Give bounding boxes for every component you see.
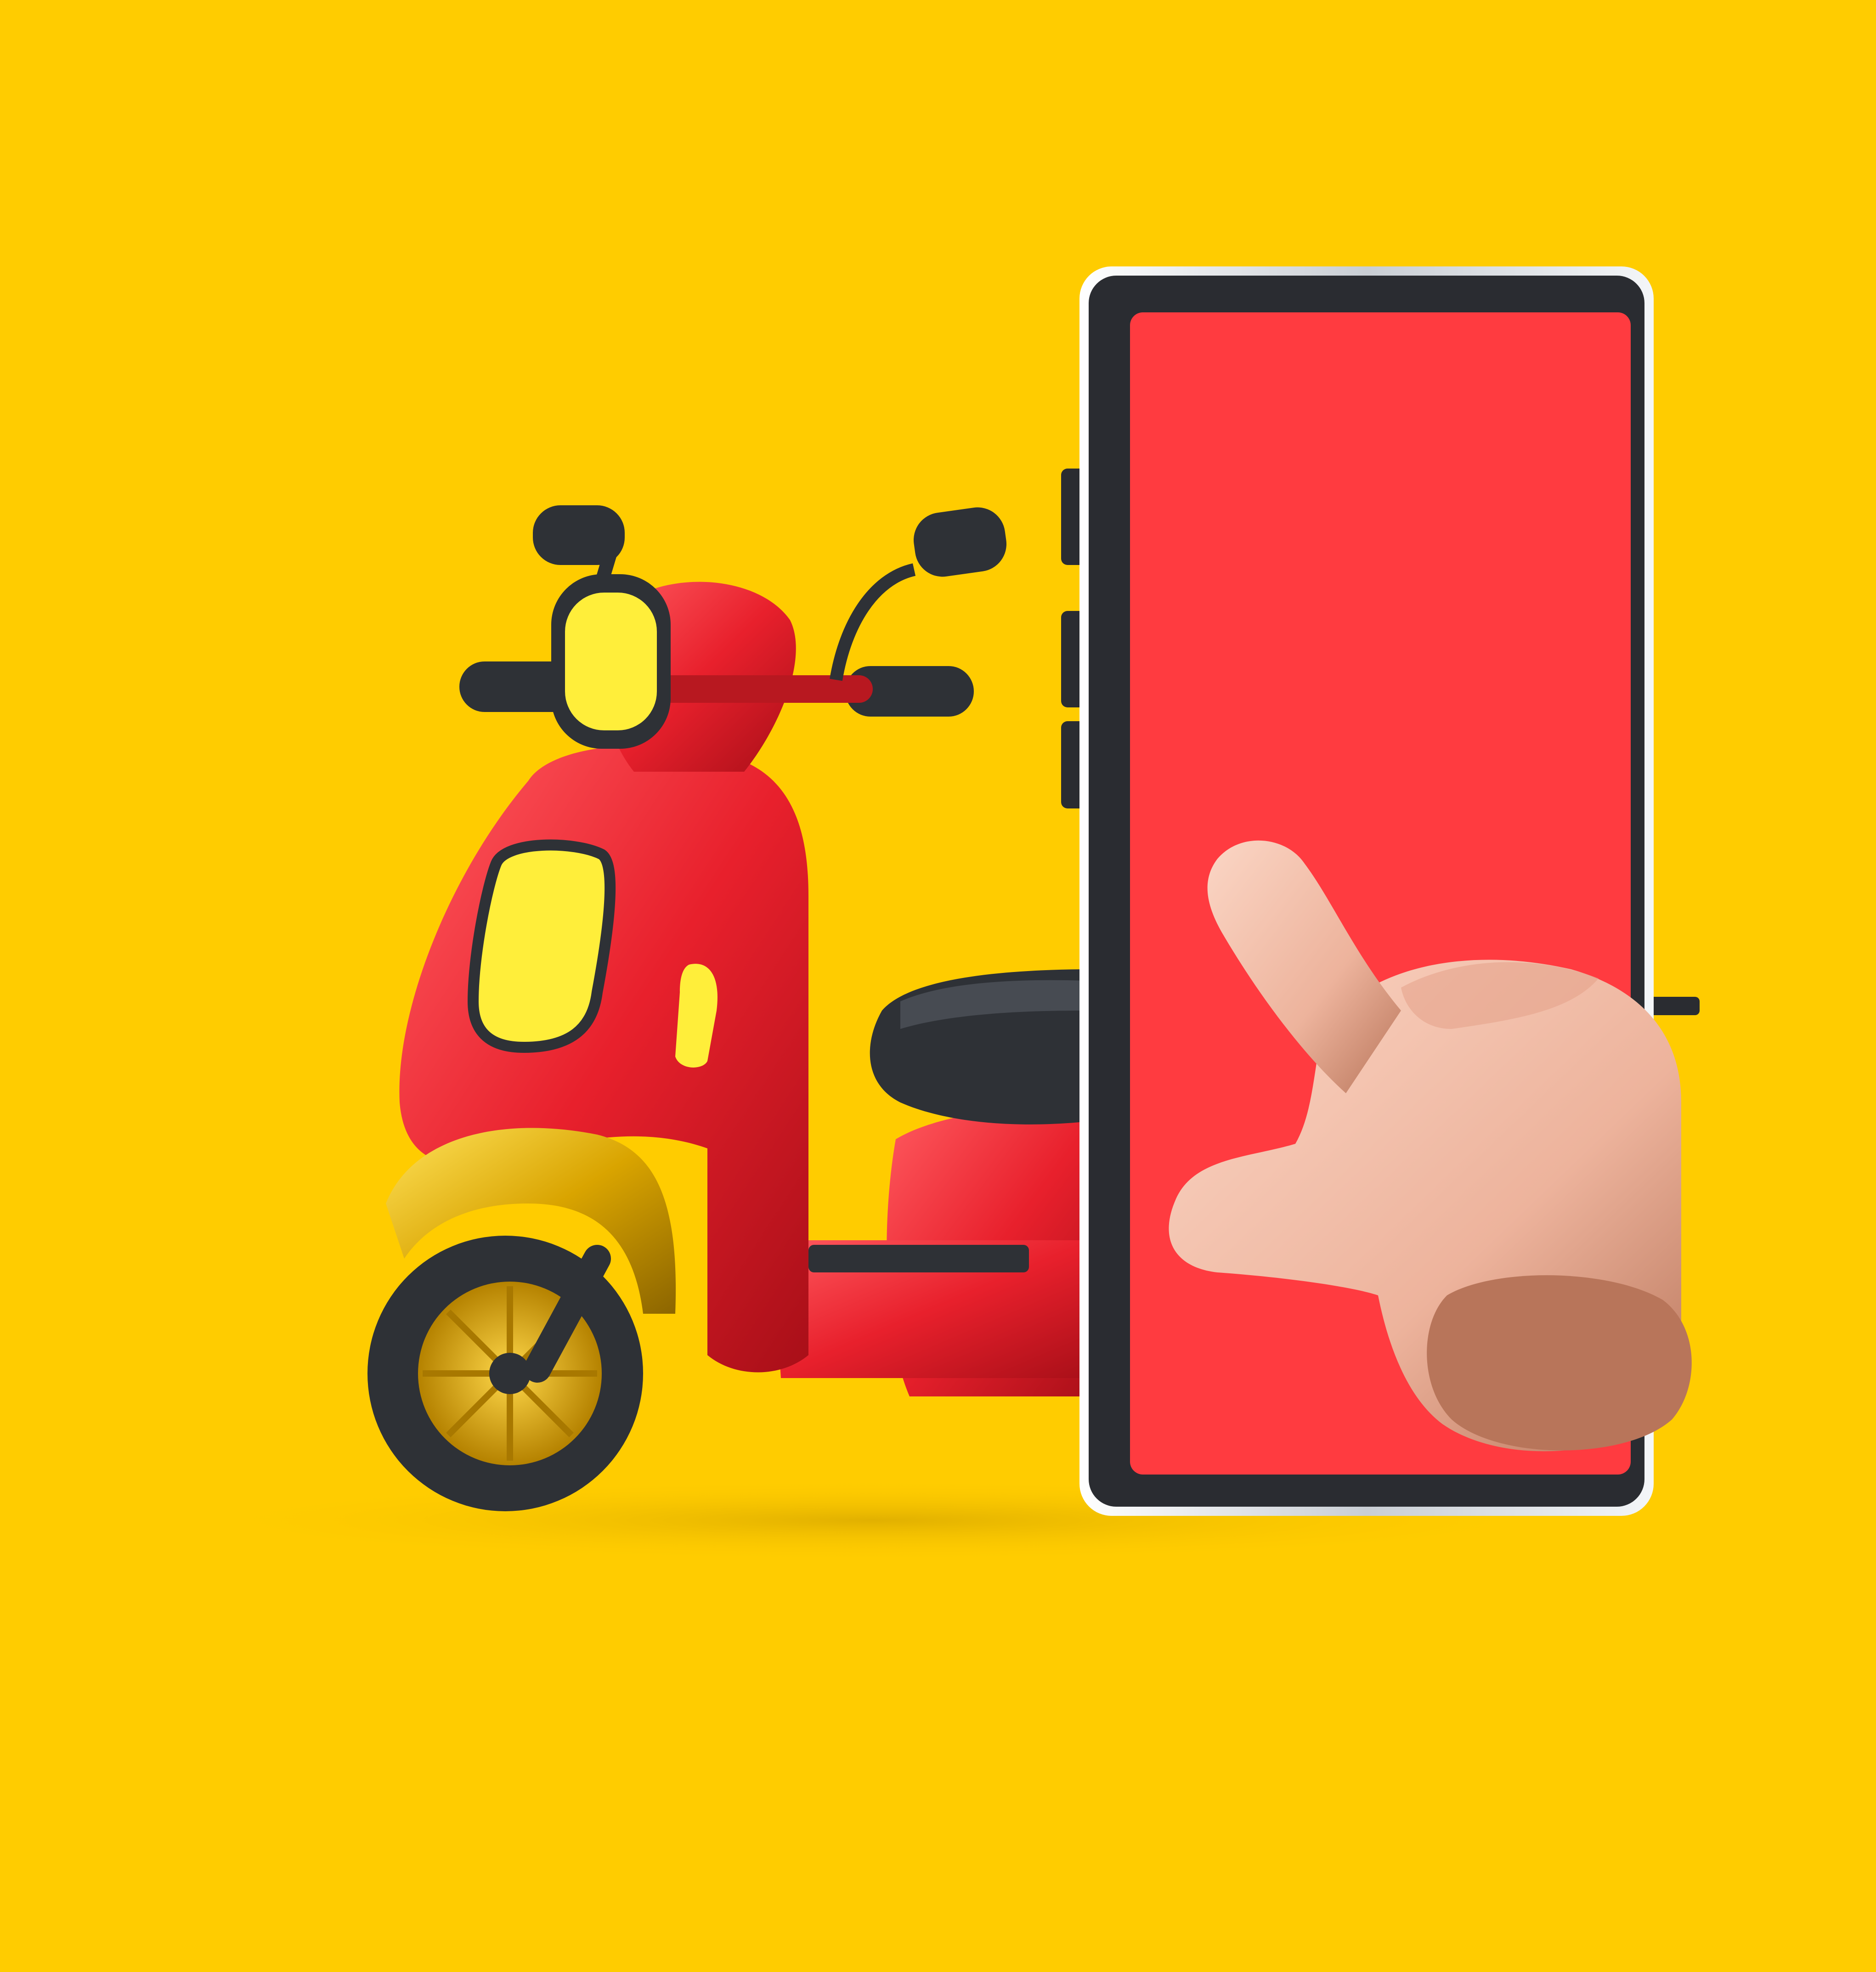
- scooter-headlight: [565, 593, 657, 730]
- illustration-scene: [0, 0, 1876, 1972]
- scooter-wheel-hub: [489, 1353, 531, 1394]
- scooter-foot-mat: [808, 1245, 1029, 1272]
- scooter-left-mirror: [533, 505, 625, 565]
- illustration-canvas: [0, 0, 1876, 1972]
- scooter-side-panel: [467, 839, 616, 1053]
- hand-wrist: [1427, 1275, 1692, 1451]
